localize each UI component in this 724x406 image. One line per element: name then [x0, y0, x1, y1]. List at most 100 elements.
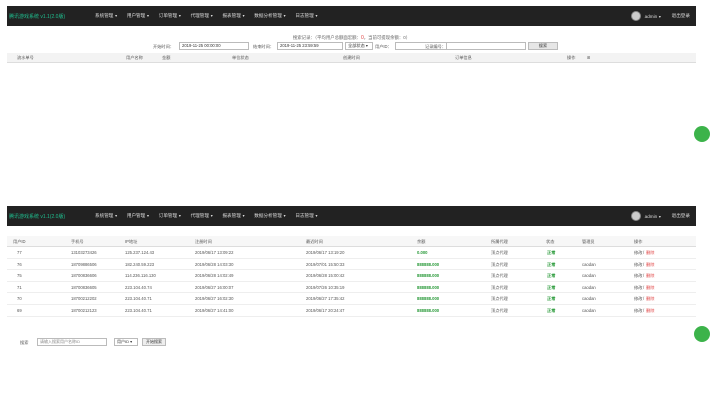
user-id-label: 用户ID：: [375, 44, 392, 49]
user-menu[interactable]: admin ▼: [645, 14, 662, 19]
cell-user-id: 70: [17, 296, 22, 302]
col-serial: 流水单号: [17, 55, 34, 60]
separator: /: [643, 273, 645, 279]
separator: /: [643, 284, 645, 290]
nav-item-users[interactable]: 用户管理▼: [127, 213, 150, 219]
record-no-input[interactable]: [446, 42, 526, 50]
cell-admin: caodan: [582, 284, 596, 290]
cell-agent: 顶点代理: [491, 284, 508, 290]
nav-menu: 系统管理▼ 用户管理▼ 订单管理▼ 代理管理▼ 报表管理▼ 数据分析管理▼ 日志…: [95, 213, 327, 219]
delete-link[interactable]: 删除: [646, 273, 654, 279]
logout-link[interactable]: 退出登录: [672, 213, 690, 219]
avatar[interactable]: [630, 211, 641, 221]
start-time-input[interactable]: 2019-11-25 00:00:00: [179, 42, 249, 50]
table-row: 71 18700836605 223.104.40.74 2019/06/27 …: [7, 282, 696, 294]
users-table-header: 用户ID 手机号 IP地址 注册时间 最近时间 余额 所属代理 状态 管理员 操…: [7, 236, 696, 247]
separator: /: [643, 250, 645, 255]
stats-line: 搜索记录：（平均用户总额面宏额：0，当前可提现余额：0）: [292, 35, 411, 41]
delete-link[interactable]: 删除: [646, 308, 654, 314]
edit-link[interactable]: 修改: [634, 273, 642, 279]
brand-title[interactable]: 腾讯游戏系统 v1.1(2.0版): [9, 13, 95, 20]
col-phone: 手机号: [71, 239, 84, 244]
cell-user-id: 69: [17, 307, 22, 313]
cell-balance: 888888.000: [417, 296, 440, 302]
top-navbar: 腾讯游戏系统 v1.1(2.0版) 系统管理▼ 用户管理▼ 订单管理▼ 代理管理…: [7, 6, 696, 26]
nav-item-system[interactable]: 系统管理▼: [95, 213, 118, 219]
status-badge: 正常: [547, 296, 556, 302]
floating-action-button[interactable]: [694, 326, 710, 342]
cell-reg-time: 2019/06/17 13:09:22: [195, 250, 234, 255]
col-ip: IP地址: [125, 239, 138, 244]
col-username: 用户名称: [126, 55, 143, 60]
record-no-label: 记录编号：: [425, 44, 446, 49]
cell-ip: 182.240.59.223: [125, 261, 155, 267]
nav-item-orders[interactable]: 订单管理▼: [159, 13, 182, 19]
nav-item-system[interactable]: 系统管理▼: [95, 13, 118, 19]
cell-reg-time: 2019/06/27 16:00:07: [195, 284, 234, 290]
col-created: 创建时间: [343, 55, 360, 60]
cell-last-time: 2019/06/17 13:19:20: [306, 250, 345, 255]
users-table: 用户ID 手机号 IP地址 注册时间 最近时间 余额 所属代理 状态 管理员 操…: [7, 236, 696, 317]
delete-link[interactable]: 删除: [646, 250, 654, 256]
cell-phone: 18700212202: [71, 296, 97, 302]
separator: /: [643, 261, 645, 267]
delete-link[interactable]: 删除: [646, 285, 654, 291]
cell-agent: 顶点代理: [491, 296, 508, 302]
table-row: 76 18709886506 182.240.59.223 2019/06/28…: [7, 259, 696, 271]
avatar[interactable]: [630, 11, 641, 21]
nav-item-reports[interactable]: 报表管理▼: [222, 213, 245, 219]
nav-item-agents[interactable]: 代理管理▼: [191, 213, 214, 219]
end-time-input[interactable]: 2019-11-25 23:59:59: [277, 42, 343, 50]
cell-balance: 888888.000: [417, 284, 440, 290]
edit-link[interactable]: 修改: [634, 250, 642, 256]
table-row: 69 18700212123 223.104.40.71 2019/06/27 …: [7, 305, 696, 317]
nav-item-logs[interactable]: 日志管理▼: [295, 213, 318, 219]
cell-user-id: 77: [17, 250, 22, 255]
status-badge: 正常: [547, 261, 556, 267]
cell-last-time: 2019/07/01 15:50:33: [306, 261, 345, 267]
nav-item-agents[interactable]: 代理管理▼: [191, 13, 214, 19]
search-button[interactable]: 搜索: [528, 42, 558, 50]
edit-link[interactable]: 修改: [634, 262, 642, 268]
search-input[interactable]: 请输入搜索用户名称ID: [37, 338, 107, 346]
search-bar: 搜索 请输入搜索用户名称ID 用户ID ▾ 开始搜索: [7, 338, 696, 348]
col-last-time: 最近时间: [306, 239, 323, 244]
col-agent: 所属代理: [491, 239, 508, 244]
cell-reg-time: 2019/06/28 14:02:49: [195, 273, 234, 279]
nav-item-logs[interactable]: 日志管理▼: [295, 13, 318, 19]
col-unit-status: 单位状态: [232, 55, 249, 60]
nav-item-analytics[interactable]: 数据分析管理▼: [254, 213, 286, 219]
status-select[interactable]: 全部状态 ▾: [345, 42, 373, 50]
nav-user-area: admin ▼ 退出登录: [630, 211, 690, 221]
table-row: 75 18700836606 114.236.116.130 2019/06/2…: [7, 270, 696, 282]
nav-item-reports[interactable]: 报表管理▼: [222, 13, 245, 19]
brand-title[interactable]: 腾讯游戏系统 v1.1(2.0版): [9, 213, 95, 220]
nav-item-users[interactable]: 用户管理▼: [127, 13, 150, 19]
delete-link[interactable]: 删除: [646, 296, 654, 302]
col-settings-icon[interactable]: ⊞: [587, 55, 591, 60]
edit-link[interactable]: 修改: [634, 296, 642, 302]
edit-link[interactable]: 修改: [634, 308, 642, 314]
col-balance: 余额: [417, 239, 426, 244]
cell-admin: caodan: [582, 273, 596, 279]
cell-balance: 0.000: [417, 250, 428, 255]
records-panel: 搜索记录：（平均用户总额面宏额：0，当前可提现余额：0） 开始时间： 2019-…: [7, 26, 696, 63]
col-actions: 操作: [634, 239, 643, 244]
separator: /: [643, 296, 645, 302]
separator: /: [643, 307, 645, 313]
logout-link[interactable]: 退出登录: [672, 13, 690, 19]
cell-phone: 18709886506: [71, 261, 97, 267]
floating-action-button[interactable]: [694, 126, 710, 142]
start-time-label: 开始时间：: [153, 44, 174, 49]
nav-item-orders[interactable]: 订单管理▼: [159, 213, 182, 219]
search-field-select[interactable]: 用户ID ▾: [114, 338, 138, 346]
start-search-button[interactable]: 开始搜索: [142, 338, 166, 346]
delete-link[interactable]: 删除: [646, 262, 654, 268]
table-row: 70 18700212202 223.104.40.71 2019/06/27 …: [7, 293, 696, 305]
nav-item-analytics[interactable]: 数据分析管理▼: [254, 13, 286, 19]
edit-link[interactable]: 修改: [634, 285, 642, 291]
cell-last-time: 2019/06/17 20:24:47: [306, 307, 345, 313]
user-menu[interactable]: admin ▼: [645, 214, 662, 219]
cell-ip: 114.236.116.130: [125, 273, 156, 279]
cell-last-time: 2019/06/28 15:00:42: [306, 273, 345, 279]
